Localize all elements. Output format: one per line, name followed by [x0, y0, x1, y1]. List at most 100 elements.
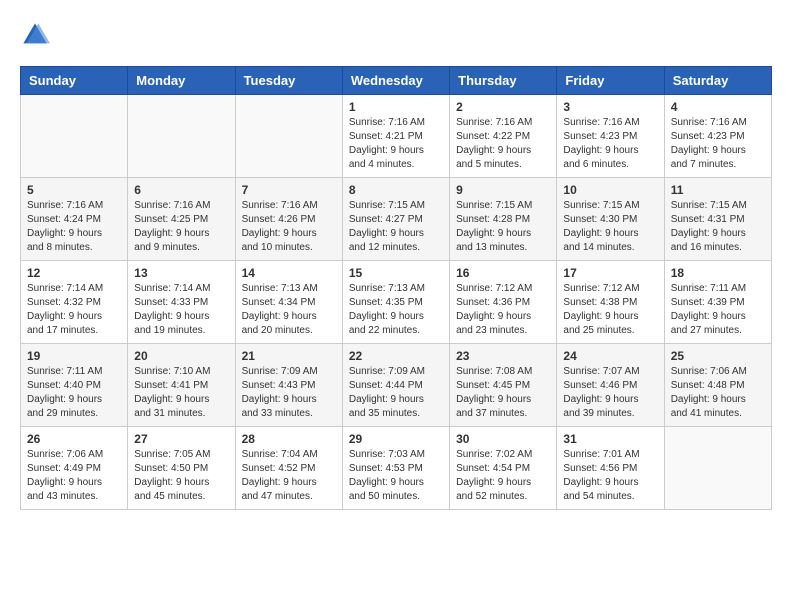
calendar-cell: 23 Sunrise: 7:08 AM Sunset: 4:45 PM Dayli… — [450, 344, 557, 427]
calendar-cell: 5 Sunrise: 7:16 AM Sunset: 4:24 PM Daylig… — [21, 178, 128, 261]
calendar-cell: 8 Sunrise: 7:15 AM Sunset: 4:27 PM Daylig… — [342, 178, 449, 261]
logo — [20, 20, 54, 50]
calendar-cell: 20 Sunrise: 7:10 AM Sunset: 4:41 PM Dayli… — [128, 344, 235, 427]
day-number: 25 — [671, 349, 765, 363]
calendar-cell: 9 Sunrise: 7:15 AM Sunset: 4:28 PM Daylig… — [450, 178, 557, 261]
day-content: Sunrise: 7:08 AM Sunset: 4:45 PM Dayligh… — [456, 365, 550, 421]
day-number: 1 — [349, 100, 443, 114]
day-number: 27 — [134, 432, 228, 446]
weekday-header-saturday: Saturday — [664, 67, 771, 95]
calendar-cell: 25Sunrise: 7:06 AM Sunset: 4:48 PM Dayli… — [664, 344, 771, 427]
day-number: 2 — [456, 100, 550, 114]
day-content: Sunrise: 7:09 AM Sunset: 4:44 PM Dayligh… — [349, 365, 443, 421]
day-content: Sunrise: 7:09 AM Sunset: 4:43 PM Dayligh… — [242, 365, 336, 421]
day-content: Sunrise: 7:16 AM Sunset: 4:23 PM Dayligh… — [671, 116, 765, 172]
day-content: Sunrise: 7:16 AM Sunset: 4:21 PM Dayligh… — [349, 116, 443, 172]
day-content: Sunrise: 7:12 AM Sunset: 4:36 PM Dayligh… — [456, 282, 550, 338]
day-number: 28 — [242, 432, 336, 446]
day-content: Sunrise: 7:01 AM Sunset: 4:56 PM Dayligh… — [563, 448, 657, 504]
day-number: 23 — [456, 349, 550, 363]
day-content: Sunrise: 7:14 AM Sunset: 4:32 PM Dayligh… — [27, 282, 121, 338]
day-content: Sunrise: 7:16 AM Sunset: 4:23 PM Dayligh… — [563, 116, 657, 172]
day-number: 12 — [27, 266, 121, 280]
calendar-table: SundayMondayTuesdayWednesdayThursdayFrid… — [20, 66, 772, 510]
calendar-cell: 2 Sunrise: 7:16 AM Sunset: 4:22 PM Daylig… — [450, 95, 557, 178]
day-content: Sunrise: 7:15 AM Sunset: 4:27 PM Dayligh… — [349, 199, 443, 255]
calendar-cell: 21Sunrise: 7:09 AM Sunset: 4:43 PM Dayli… — [235, 344, 342, 427]
calendar-cell: 30 Sunrise: 7:02 AM Sunset: 4:54 PM Dayli… — [450, 427, 557, 510]
day-number: 8 — [349, 183, 443, 197]
day-number: 24 — [563, 349, 657, 363]
calendar-cell: 13Sunrise: 7:14 AM Sunset: 4:33 PM Dayli… — [128, 261, 235, 344]
day-content: Sunrise: 7:15 AM Sunset: 4:28 PM Dayligh… — [456, 199, 550, 255]
day-content: Sunrise: 7:05 AM Sunset: 4:50 PM Dayligh… — [134, 448, 228, 504]
calendar-cell: 10 Sunrise: 7:15 AM Sunset: 4:30 PM Dayli… — [557, 178, 664, 261]
day-content: Sunrise: 7:15 AM Sunset: 4:30 PM Dayligh… — [563, 199, 657, 255]
calendar-cell — [21, 95, 128, 178]
calendar-week-row: 12 Sunrise: 7:14 AM Sunset: 4:32 PM Dayli… — [21, 261, 772, 344]
day-content: Sunrise: 7:04 AM Sunset: 4:52 PM Dayligh… — [242, 448, 336, 504]
day-content: Sunrise: 7:13 AM Sunset: 4:35 PM Dayligh… — [349, 282, 443, 338]
day-number: 29 — [349, 432, 443, 446]
calendar-cell: 4 Sunrise: 7:16 AM Sunset: 4:23 PM Daylig… — [664, 95, 771, 178]
calendar-week-row: 1 Sunrise: 7:16 AM Sunset: 4:21 PM Daylig… — [21, 95, 772, 178]
calendar-cell: 29 Sunrise: 7:03 AM Sunset: 4:53 PM Dayli… — [342, 427, 449, 510]
day-content: Sunrise: 7:16 AM Sunset: 4:24 PM Dayligh… — [27, 199, 121, 255]
calendar-week-row: 19 Sunrise: 7:11 AM Sunset: 4:40 PM Dayli… — [21, 344, 772, 427]
calendar-cell: 17Sunrise: 7:12 AM Sunset: 4:38 PM Dayli… — [557, 261, 664, 344]
calendar-cell: 11Sunrise: 7:15 AM Sunset: 4:31 PM Dayli… — [664, 178, 771, 261]
calendar-cell: 22 Sunrise: 7:09 AM Sunset: 4:44 PM Dayli… — [342, 344, 449, 427]
day-number: 3 — [563, 100, 657, 114]
day-number: 6 — [134, 183, 228, 197]
day-content: Sunrise: 7:11 AM Sunset: 4:40 PM Dayligh… — [27, 365, 121, 421]
day-number: 14 — [242, 266, 336, 280]
day-content: Sunrise: 7:10 AM Sunset: 4:41 PM Dayligh… — [134, 365, 228, 421]
weekday-header-tuesday: Tuesday — [235, 67, 342, 95]
calendar-cell: 12 Sunrise: 7:14 AM Sunset: 4:32 PM Dayli… — [21, 261, 128, 344]
day-content: Sunrise: 7:02 AM Sunset: 4:54 PM Dayligh… — [456, 448, 550, 504]
calendar-cell: 16 Sunrise: 7:12 AM Sunset: 4:36 PM Dayli… — [450, 261, 557, 344]
day-content: Sunrise: 7:16 AM Sunset: 4:22 PM Dayligh… — [456, 116, 550, 172]
day-number: 10 — [563, 183, 657, 197]
calendar-week-row: 26 Sunrise: 7:06 AM Sunset: 4:49 PM Dayli… — [21, 427, 772, 510]
day-number: 30 — [456, 432, 550, 446]
weekday-header-thursday: Thursday — [450, 67, 557, 95]
day-number: 22 — [349, 349, 443, 363]
calendar-cell: 19 Sunrise: 7:11 AM Sunset: 4:40 PM Dayli… — [21, 344, 128, 427]
calendar-cell — [235, 95, 342, 178]
calendar-week-row: 5 Sunrise: 7:16 AM Sunset: 4:24 PM Daylig… — [21, 178, 772, 261]
calendar-cell: 14 Sunrise: 7:13 AM Sunset: 4:34 PM Dayli… — [235, 261, 342, 344]
day-content: Sunrise: 7:07 AM Sunset: 4:46 PM Dayligh… — [563, 365, 657, 421]
calendar-header-row: SundayMondayTuesdayWednesdayThursdayFrid… — [21, 67, 772, 95]
calendar-cell: 28 Sunrise: 7:04 AM Sunset: 4:52 PM Dayli… — [235, 427, 342, 510]
day-number: 4 — [671, 100, 765, 114]
logo-icon — [20, 20, 50, 50]
day-content: Sunrise: 7:14 AM Sunset: 4:33 PM Dayligh… — [134, 282, 228, 338]
day-content: Sunrise: 7:03 AM Sunset: 4:53 PM Dayligh… — [349, 448, 443, 504]
day-number: 11 — [671, 183, 765, 197]
weekday-header-wednesday: Wednesday — [342, 67, 449, 95]
day-content: Sunrise: 7:06 AM Sunset: 4:49 PM Dayligh… — [27, 448, 121, 504]
day-number: 19 — [27, 349, 121, 363]
weekday-header-friday: Friday — [557, 67, 664, 95]
calendar-cell: 18Sunrise: 7:11 AM Sunset: 4:39 PM Dayli… — [664, 261, 771, 344]
day-number: 9 — [456, 183, 550, 197]
day-number: 31 — [563, 432, 657, 446]
day-number: 16 — [456, 266, 550, 280]
day-number: 5 — [27, 183, 121, 197]
day-number: 15 — [349, 266, 443, 280]
day-content: Sunrise: 7:16 AM Sunset: 4:26 PM Dayligh… — [242, 199, 336, 255]
day-content: Sunrise: 7:13 AM Sunset: 4:34 PM Dayligh… — [242, 282, 336, 338]
day-number: 20 — [134, 349, 228, 363]
calendar-cell: 1 Sunrise: 7:16 AM Sunset: 4:21 PM Daylig… — [342, 95, 449, 178]
calendar-cell: 7 Sunrise: 7:16 AM Sunset: 4:26 PM Daylig… — [235, 178, 342, 261]
calendar-cell: 6Sunrise: 7:16 AM Sunset: 4:25 PM Daylig… — [128, 178, 235, 261]
calendar-cell: 31 Sunrise: 7:01 AM Sunset: 4:56 PM Dayli… — [557, 427, 664, 510]
day-number: 26 — [27, 432, 121, 446]
weekday-header-monday: Monday — [128, 67, 235, 95]
calendar-cell — [128, 95, 235, 178]
calendar-cell: 15 Sunrise: 7:13 AM Sunset: 4:35 PM Dayli… — [342, 261, 449, 344]
calendar-cell: 24 Sunrise: 7:07 AM Sunset: 4:46 PM Dayli… — [557, 344, 664, 427]
day-number: 7 — [242, 183, 336, 197]
weekday-header-sunday: Sunday — [21, 67, 128, 95]
